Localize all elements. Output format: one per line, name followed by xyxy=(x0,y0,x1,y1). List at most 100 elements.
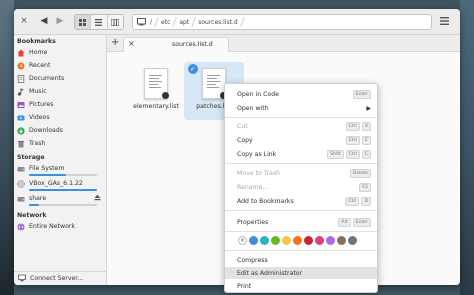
drive-icon xyxy=(17,165,25,173)
view-mode-switcher xyxy=(74,14,124,30)
color-tag-yellow[interactable] xyxy=(282,236,291,245)
shortcut-key: Alt xyxy=(338,217,351,227)
clear-color-tag-button[interactable]: × xyxy=(238,236,247,245)
sidebar-item-downloads[interactable]: Downloads xyxy=(17,125,103,136)
menu-item-add-to-bookmarks[interactable]: Add to Bookmarks Ctrl D xyxy=(225,195,377,207)
menu-item-copy-as-link[interactable]: Copy as Link Shift Ctrl C xyxy=(225,148,377,160)
sidebar-item-entire-network[interactable]: Entire Network xyxy=(17,221,103,232)
menu-item-open-with[interactable]: Open with ▶ xyxy=(225,102,377,114)
new-tab-button[interactable]: + xyxy=(111,37,119,48)
storage-heading: Storage xyxy=(17,154,45,161)
shortcut-key: Ctrl xyxy=(345,135,360,145)
sidebar-item-label: Downloads xyxy=(29,127,63,134)
menu-item-move-to-trash[interactable]: Move to Trash Delete xyxy=(225,167,377,179)
computer-icon xyxy=(137,18,146,26)
sidebar-item-label: Pictures xyxy=(29,101,54,108)
pictures-icon xyxy=(17,101,25,109)
column-view-button[interactable] xyxy=(108,15,123,29)
eject-icon[interactable] xyxy=(94,194,101,203)
color-tag-orange[interactable] xyxy=(293,236,302,245)
connect-server-icon xyxy=(18,274,26,284)
shortcut-key: X xyxy=(361,121,371,131)
sidebar-item-label: Trash xyxy=(29,140,46,147)
shortcut-key: Shift xyxy=(327,149,344,159)
color-tag-green[interactable] xyxy=(271,236,280,245)
menu-item-label: Compress xyxy=(237,256,268,264)
sidebar-item-home[interactable]: Home xyxy=(17,47,103,58)
shortcut-key: F2 xyxy=(359,182,371,192)
documents-icon xyxy=(17,74,25,83)
downloads-icon xyxy=(17,126,25,135)
menu-separator xyxy=(225,231,377,232)
color-tag-blue[interactable] xyxy=(249,236,258,245)
menu-item-edit-as-administrator[interactable]: Edit as Administrator xyxy=(225,267,377,279)
close-window-button[interactable]: × xyxy=(18,14,30,28)
recent-icon xyxy=(17,62,25,70)
lock-emblem-icon xyxy=(162,92,169,99)
sidebar-item-share[interactable]: share xyxy=(17,193,103,204)
close-icon: × xyxy=(20,16,28,26)
sidebar-item-file-system[interactable]: File System xyxy=(17,163,103,174)
shortcut-key: Enter xyxy=(352,217,371,227)
sidebar-item-music[interactable]: Music xyxy=(17,86,103,97)
selected-check-icon: ✓ xyxy=(188,64,198,74)
color-tag-mint[interactable] xyxy=(260,236,269,245)
menu-item-label: Print xyxy=(237,282,252,290)
menu-separator xyxy=(225,117,377,118)
sidebar-item-label: File System xyxy=(29,165,65,172)
network-icon xyxy=(17,222,25,231)
sidebar-item-label: VBox_GAs_6.1.22 xyxy=(29,180,83,187)
file-item-elementary-list[interactable]: elementary.list xyxy=(126,62,186,120)
close-tab-icon[interactable]: × xyxy=(128,39,135,48)
color-tag-red[interactable] xyxy=(304,236,313,245)
connect-server-button[interactable]: Connect Server... xyxy=(14,271,106,285)
menu-button[interactable] xyxy=(436,14,452,28)
menu-item-open-in-code[interactable]: Open in Code Enter xyxy=(225,88,377,100)
breadcrumb-apt[interactable]: apt xyxy=(175,19,193,26)
sidebar-item-documents[interactable]: Documents xyxy=(17,73,103,84)
sidebar-item-label: Music xyxy=(29,88,47,95)
vbox-gas-usage-bar xyxy=(29,189,97,191)
sidebar-item-label: Videos xyxy=(29,114,50,121)
tab-bar: + × sources.list.d xyxy=(107,35,460,52)
grid-view-button[interactable] xyxy=(75,15,92,29)
breadcrumb-sources-list-d[interactable]: sources.list.d xyxy=(194,19,242,26)
sidebar-item-label: share xyxy=(29,195,47,202)
bookmarks-heading: Bookmarks xyxy=(17,38,56,45)
sidebar-item-trash[interactable]: Trash xyxy=(17,138,103,149)
back-button[interactable]: ◀ xyxy=(38,14,50,28)
menu-item-label: Cut xyxy=(237,122,248,130)
hamburger-menu-icon xyxy=(439,17,449,25)
sidebar-item-videos[interactable]: Videos xyxy=(17,112,103,123)
list-view-icon xyxy=(95,18,103,26)
grid-view-icon xyxy=(79,18,87,26)
color-tag-pink[interactable] xyxy=(315,236,324,245)
menu-item-label: Open with xyxy=(237,104,269,112)
forward-arrow-icon: ▶ xyxy=(56,16,64,26)
tab-sources-list-d[interactable]: × sources.list.d xyxy=(123,37,229,52)
menu-item-cut[interactable]: Cut Ctrl X xyxy=(225,120,377,132)
menu-item-copy[interactable]: Copy Ctrl C xyxy=(225,134,377,146)
sidebar-item-recent[interactable]: Recent xyxy=(17,60,103,71)
menu-item-print[interactable]: Print xyxy=(225,280,377,292)
shortcut-key: Ctrl xyxy=(345,196,360,206)
shortcut-key: Ctrl xyxy=(345,121,360,131)
menu-item-label: Add to Bookmarks xyxy=(237,197,294,205)
color-tag-brown[interactable] xyxy=(337,236,346,245)
menu-item-label: Edit as Administrator xyxy=(237,269,303,277)
tab-label: sources.list.d xyxy=(172,41,213,48)
sidebar-item-label: Home xyxy=(29,49,48,56)
color-tag-slate[interactable] xyxy=(348,236,357,245)
color-tag-purple[interactable] xyxy=(326,236,335,245)
home-icon xyxy=(17,49,25,57)
shortcut-key: Ctrl xyxy=(345,149,360,159)
file-name: elementary.list xyxy=(133,103,179,110)
menu-item-compress[interactable]: Compress xyxy=(225,254,377,266)
location-bar[interactable]: / etc apt sources.list.d xyxy=(132,14,432,30)
forward-button[interactable]: ▶ xyxy=(54,14,66,28)
menu-item-rename[interactable]: Rename... F2 xyxy=(225,181,377,193)
sidebar-item-pictures[interactable]: Pictures xyxy=(17,99,103,110)
list-view-button[interactable] xyxy=(91,15,108,29)
menu-item-properties[interactable]: Properties Alt Enter xyxy=(225,216,377,228)
sidebar-item-vbox-gas[interactable]: VBox_GAs_6.1.22 xyxy=(17,178,103,189)
